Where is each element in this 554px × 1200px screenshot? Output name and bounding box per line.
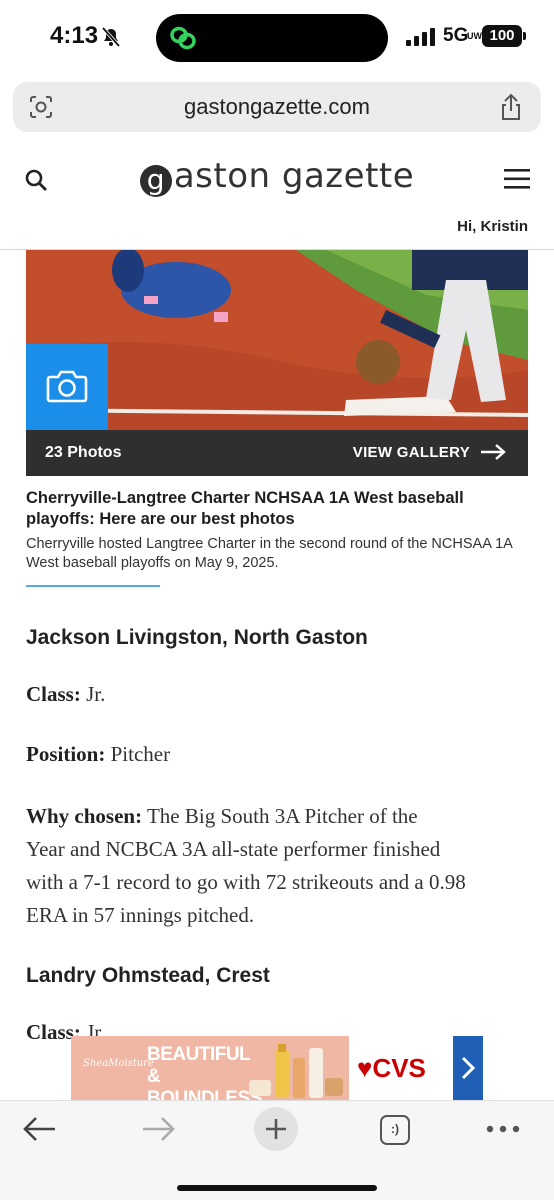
why-text: The Big South 3A Pitcher of the <box>146 804 418 828</box>
back-arrow-icon[interactable] <box>22 1115 58 1143</box>
url-text[interactable]: gastongazette.com <box>13 94 541 120</box>
gallery-caption-bar[interactable]: 23 Photos VIEW GALLERY <box>26 430 528 476</box>
player-why-chosen: Why chosen: The Big South 3A Pitcher of … <box>26 800 531 932</box>
view-gallery-button[interactable]: VIEW GALLERY <box>353 443 506 461</box>
photo-gallery-card[interactable]: 23 Photos VIEW GALLERY <box>26 250 528 476</box>
share-icon[interactable] <box>499 93 523 121</box>
why-label: Why chosen: <box>26 804 143 828</box>
why-line: with a 7-1 record to go with 72 strikeou… <box>26 870 466 894</box>
address-bar[interactable]: gastongazette.com <box>13 82 541 132</box>
class-label: Class: <box>26 682 81 706</box>
ad-retailer-logo: ♥CVS <box>357 1053 426 1083</box>
arrow-right-icon <box>481 444 506 460</box>
why-line: Year and NCBCA 3A all-state performer fi… <box>26 837 441 861</box>
why-line: ERA in 57 innings pitched. <box>26 903 255 927</box>
player-class: Class: Jr. <box>26 678 531 711</box>
logo-wordmark: aston gazette <box>173 156 415 196</box>
more-options-icon[interactable] <box>486 1125 520 1133</box>
home-indicator[interactable] <box>177 1185 377 1191</box>
link-app-icon <box>170 26 196 50</box>
position-label: Position: <box>26 742 106 766</box>
status-time: 4:13 <box>50 22 99 49</box>
class-value: Jr. <box>86 682 106 706</box>
site-header: g aston gazette Hi, Kristin <box>0 148 554 250</box>
tab-switcher-button[interactable]: :) <box>380 1115 410 1145</box>
dynamic-island <box>156 14 388 62</box>
gallery-title[interactable]: Cherryville-Langtree Charter NCHSAA 1A W… <box>26 488 526 530</box>
network-subtype: UW <box>467 31 482 41</box>
forward-arrow-icon[interactable] <box>140 1115 176 1143</box>
cellular-signal-icon <box>406 28 435 46</box>
player-name: Landry Ohmstead, Crest <box>26 964 270 987</box>
ad-banner[interactable]: SheaMoisture BEAUTIFUL & BOUNDLESS ♥CVS <box>71 1036 483 1100</box>
battery-tip <box>523 32 526 40</box>
plus-icon <box>266 1119 286 1139</box>
position-value: Pitcher <box>110 742 171 766</box>
status-bar: 4:13 5G UW 100 <box>0 0 554 76</box>
ad-next-button[interactable] <box>453 1036 483 1100</box>
camera-icon <box>46 370 88 403</box>
ad-headline: BEAUTIFUL & BOUNDLESS <box>147 1044 262 1100</box>
gallery-divider <box>26 585 160 587</box>
browser-toolbar: :) <box>0 1100 554 1200</box>
network-type: 5G <box>443 25 469 46</box>
gallery-description: Cherryville hosted Langtree Charter in t… <box>26 536 513 571</box>
ad-brand: SheaMoisture <box>83 1058 154 1069</box>
bell-muted-icon <box>101 26 121 48</box>
new-tab-button[interactable] <box>254 1107 298 1151</box>
player-name: Jackson Livingston, North Gaston <box>26 626 368 649</box>
battery-indicator: 100 <box>482 25 522 47</box>
hamburger-menu-icon[interactable] <box>504 168 530 190</box>
site-logo[interactable]: g aston gazette <box>0 156 554 197</box>
ad-retailer-panel: ♥CVS <box>349 1036 453 1100</box>
why-line: Why chosen: The Big South 3A Pitcher of … <box>26 800 531 833</box>
ad-product-image <box>249 1044 343 1098</box>
chevron-right-icon <box>461 1056 476 1080</box>
logo-mark: g <box>139 165 172 197</box>
view-gallery-label: VIEW GALLERY <box>352 443 470 461</box>
player-position: Position: Pitcher <box>26 738 531 771</box>
camera-badge[interactable] <box>26 344 108 430</box>
photo-count: 23 Photos <box>45 444 122 461</box>
ad-retailer-name: CVS <box>372 1053 426 1083</box>
user-greeting[interactable]: Hi, Kristin <box>457 218 528 235</box>
